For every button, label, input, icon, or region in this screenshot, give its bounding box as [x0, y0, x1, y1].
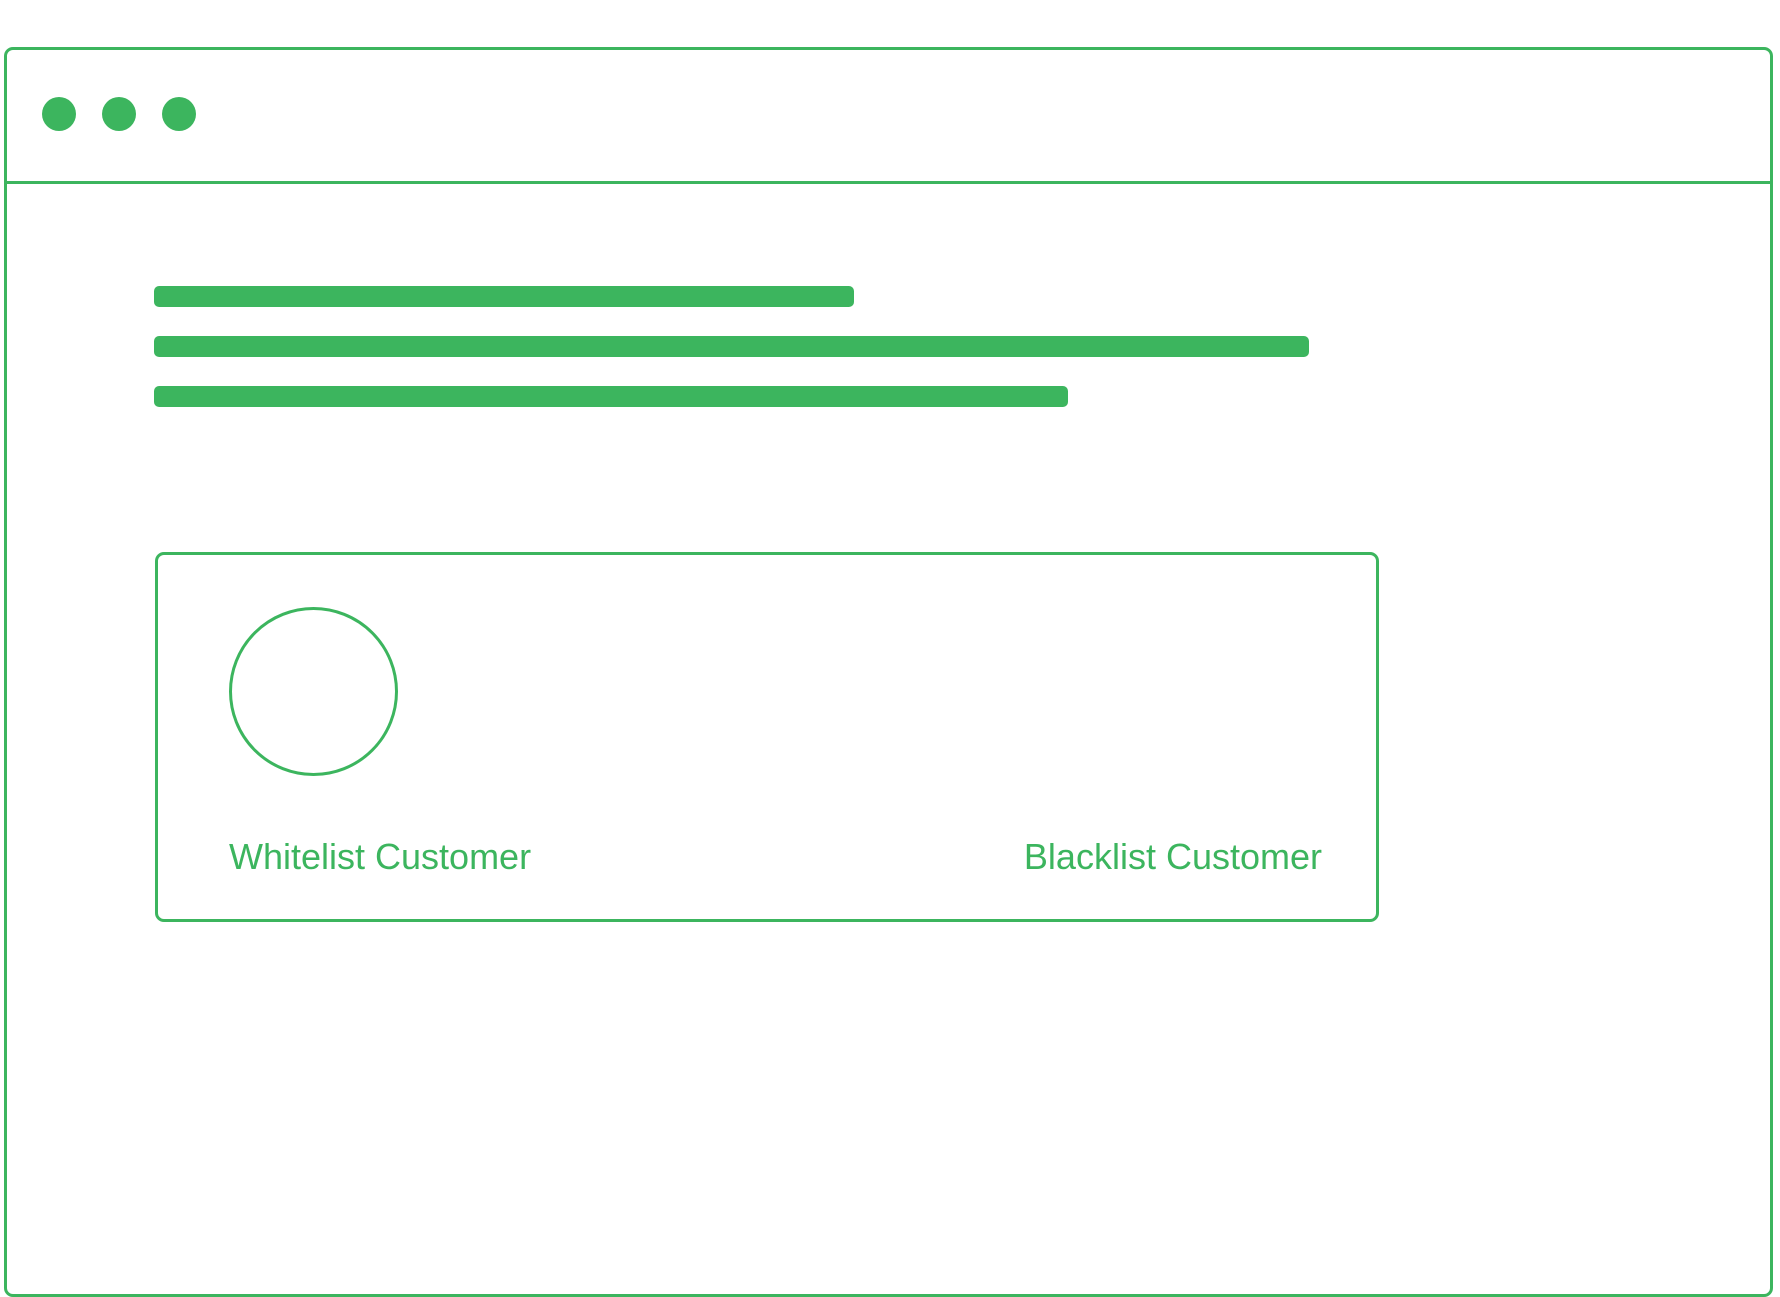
window-dot-icon[interactable]	[102, 97, 136, 131]
blacklist-customer-button[interactable]: Blacklist Customer	[1024, 837, 1322, 877]
text-placeholder-line	[154, 386, 1068, 407]
window-dot-icon[interactable]	[42, 97, 76, 131]
window-dot-icon[interactable]	[162, 97, 196, 131]
whitelist-customer-button[interactable]: Whitelist Customer	[229, 837, 531, 877]
text-placeholder-line	[154, 286, 854, 307]
customer-card: Whitelist Customer Blacklist Customer	[155, 552, 1379, 922]
text-placeholder-line	[154, 336, 1309, 357]
avatar-circle-icon	[229, 607, 398, 776]
window-titlebar	[7, 50, 1770, 184]
